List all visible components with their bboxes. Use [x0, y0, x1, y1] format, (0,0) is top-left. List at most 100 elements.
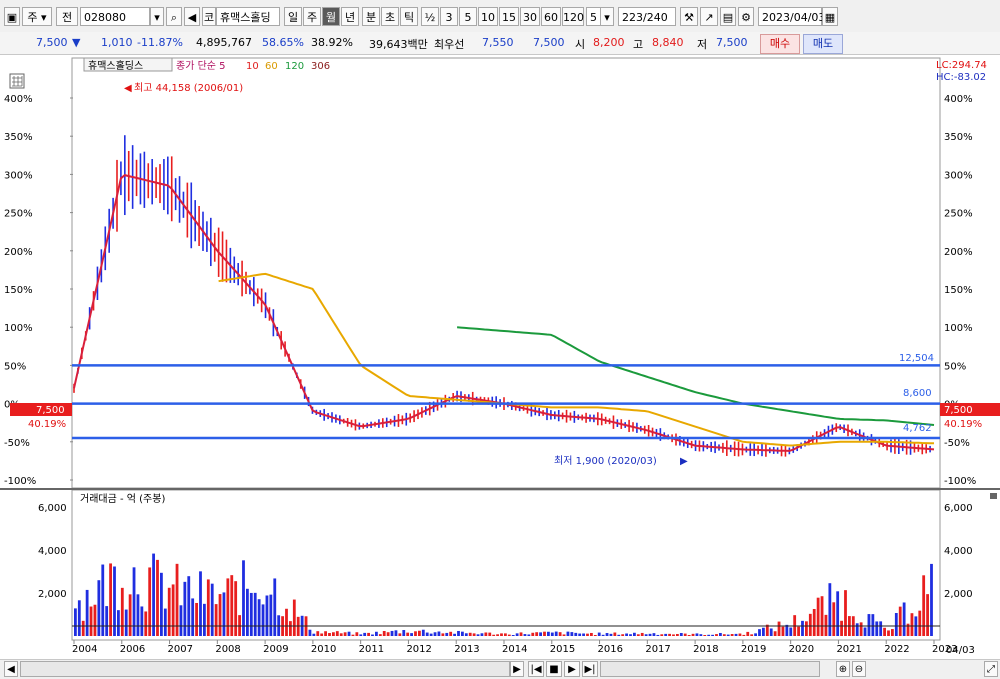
zoom-out-icon[interactable]: ⊖	[852, 661, 866, 677]
code-dropdown-icon[interactable]: ▾	[150, 7, 164, 26]
high-label: 고	[633, 38, 644, 51]
left-tick-label: -50%	[4, 438, 30, 449]
down-arrow-icon: ▼	[72, 36, 81, 49]
period-tick[interactable]: 틱	[400, 7, 418, 26]
volume-bar	[320, 633, 324, 636]
date-input[interactable]: 2023/04/03	[758, 7, 825, 26]
period-minute[interactable]: 분	[362, 7, 380, 26]
zoom-in-icon[interactable]: ⊕	[836, 661, 850, 677]
volume-bar	[504, 633, 507, 636]
volume-bar	[371, 634, 374, 636]
current-pct-right: 40.19%	[944, 419, 982, 430]
gear-icon[interactable]: ⚙	[738, 7, 754, 26]
calendar-icon[interactable]: ▦	[822, 7, 838, 26]
x-tick-label: 2018	[693, 644, 718, 655]
volume-bar	[292, 599, 296, 636]
left-tick-label: 100%	[4, 323, 33, 334]
volume-bar	[609, 633, 613, 636]
volume-bar	[328, 633, 331, 636]
volume-bar	[453, 633, 456, 636]
period-day[interactable]: 일	[284, 7, 302, 26]
last-page-icon[interactable]: ▶|	[582, 661, 598, 677]
volume-bar	[421, 629, 425, 636]
volume-bar	[832, 602, 836, 636]
collapse-icon[interactable]	[990, 493, 997, 499]
volume-bar	[648, 633, 652, 636]
interval-120[interactable]: 120	[562, 7, 584, 26]
interval-60[interactable]: 60	[541, 7, 561, 26]
sell-button[interactable]: 매도	[803, 34, 843, 54]
change-percent: -11.87%	[137, 36, 183, 49]
market-type-select[interactable]: 주 ▾	[22, 7, 52, 26]
first-page-icon[interactable]: |◀	[528, 661, 544, 677]
arrow-left-icon: ◀	[124, 83, 132, 94]
volume-bar	[285, 608, 288, 636]
play-icon[interactable]: ▶	[564, 661, 580, 677]
legend-ma: 종가 단순 5	[176, 60, 226, 72]
volume-bar	[335, 631, 339, 636]
volume-bar	[429, 633, 433, 636]
tools-icon[interactable]: ⚒	[680, 7, 698, 26]
x-tick-label: 2017	[645, 644, 670, 655]
left-axis: 400%350%300%250%200%150%100%50%0%-50%-10…	[4, 94, 67, 600]
scroll-track[interactable]	[20, 661, 510, 677]
x-tick-label: 2008	[215, 644, 240, 655]
volume-bar	[128, 594, 132, 636]
volume-bar	[719, 632, 722, 636]
volume-bar	[730, 634, 734, 636]
left-tick-label: 400%	[4, 94, 33, 105]
fit-icon[interactable]: ⤢	[984, 661, 998, 677]
count-dropdown-icon[interactable]: ▾	[600, 7, 614, 26]
interval-10[interactable]: 10	[478, 7, 498, 26]
volume-bar	[195, 602, 198, 636]
legend-ma60: 60	[265, 61, 278, 72]
volume-bar	[316, 631, 320, 636]
prefix-button[interactable]: 전	[56, 7, 78, 26]
volume-bar	[593, 634, 597, 636]
speaker-icon[interactable]: ◀	[184, 7, 200, 26]
interval-5[interactable]: 5	[459, 7, 477, 26]
volume-bar	[754, 633, 757, 636]
volume-bar	[676, 633, 679, 636]
volume-bar	[507, 634, 511, 636]
volume-bar	[500, 633, 503, 636]
volume-bar	[433, 632, 437, 636]
volume-bar	[464, 633, 468, 636]
period-second[interactable]: 초	[381, 7, 399, 26]
volume-bar	[586, 633, 589, 636]
search-icon[interactable]: ⌕	[166, 7, 182, 26]
stop-icon[interactable]: ■	[546, 661, 562, 677]
period-week[interactable]: 주	[303, 7, 321, 26]
volume-bar	[382, 631, 386, 636]
trend-icon[interactable]: ↗	[700, 7, 718, 26]
volume-bar	[742, 634, 746, 636]
volume-bar	[226, 578, 230, 636]
zoom-slider[interactable]	[600, 661, 820, 677]
volume-bar	[234, 581, 238, 636]
volume-bar	[468, 632, 472, 636]
right-tick-label: 100%	[944, 323, 973, 334]
period-month[interactable]: 월	[322, 7, 340, 26]
volume-bar	[550, 632, 554, 636]
volume-bar	[773, 631, 777, 636]
volume-bar	[457, 630, 460, 636]
trade-amount: 39,643백만	[369, 38, 428, 51]
volume-bar	[484, 632, 488, 636]
left-tick-label: 50%	[4, 361, 26, 372]
interval-15[interactable]: 15	[499, 7, 519, 26]
interval-3[interactable]: 3	[440, 7, 458, 26]
volume-bar	[171, 584, 175, 636]
buy-button[interactable]: 매수	[760, 34, 800, 54]
volume-bar	[805, 621, 808, 636]
save-icon[interactable]: ▤	[720, 7, 736, 26]
period-year[interactable]: 년	[341, 7, 359, 26]
volume-bar	[109, 563, 112, 636]
scroll-right-icon[interactable]: ▶	[510, 661, 524, 677]
interval-30[interactable]: 30	[520, 7, 540, 26]
fraction-button[interactable]: ½	[421, 7, 439, 26]
scroll-left-icon[interactable]: ◀	[4, 661, 18, 677]
volume-bar	[859, 622, 863, 636]
window-menu-icon[interactable]: ▣	[4, 7, 20, 26]
hline-label-top: 12,504	[899, 353, 934, 364]
code-input[interactable]: 028080	[80, 7, 150, 26]
